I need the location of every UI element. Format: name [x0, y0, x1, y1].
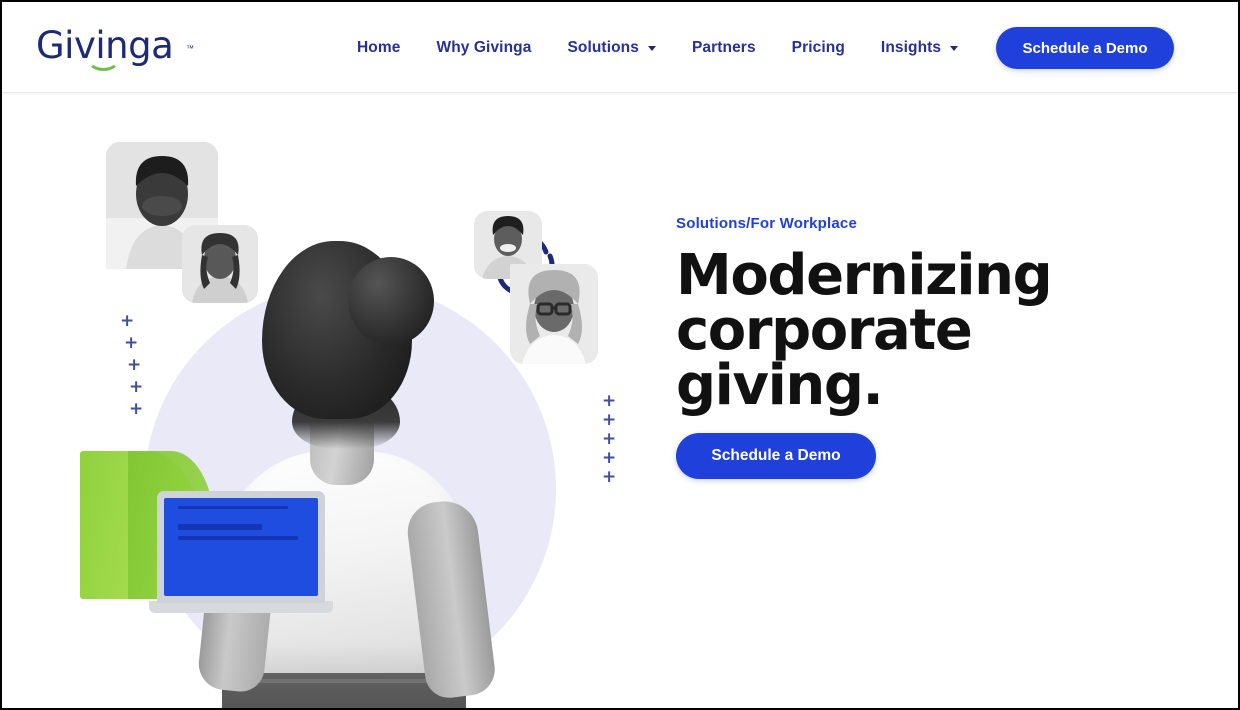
plus-icon: +: [120, 311, 135, 331]
screen-line: [178, 506, 288, 509]
nav-label: Why Givinga: [436, 38, 532, 56]
site-header: Givinga ™ Home Why Givinga Solutions Par…: [2, 2, 1238, 93]
chevron-down-icon: [950, 46, 959, 51]
page-root: Givinga ™ Home Why Givinga Solutions Par…: [0, 0, 1240, 710]
laptop-lid: [157, 491, 325, 603]
nav-item-home[interactable]: Home: [357, 39, 400, 57]
plus-icon: +: [129, 377, 144, 397]
nav-item-pricing[interactable]: Pricing: [792, 39, 845, 57]
laptop-graphic: [149, 491, 333, 616]
nav-label: Pricing: [791, 38, 845, 56]
portrait-photo-card: [510, 264, 598, 364]
hero-illustration: + + + + + + + + + +: [62, 113, 642, 708]
chevron-down-icon: [647, 46, 656, 51]
plus-icon: +: [602, 410, 617, 430]
hero-copy-column: Solutions/For Workplace Modernizing corp…: [676, 215, 1156, 479]
nav-item-partners[interactable]: Partners: [692, 39, 756, 57]
logo-trademark: ™: [186, 44, 194, 53]
logo-green-arc-icon: [87, 48, 120, 71]
nav-label: Insights: [880, 38, 942, 56]
givinga-logo[interactable]: Givinga ™: [36, 22, 194, 71]
plus-icon: +: [124, 333, 139, 353]
plus-icon: +: [602, 429, 617, 449]
plus-icon: +: [602, 448, 617, 468]
portrait-photo-card: [182, 225, 258, 303]
nav-item-solutions[interactable]: Solutions: [567, 39, 656, 57]
plus-icon: +: [602, 391, 617, 411]
hero-section: + + + + + + + + + + Solutions/For Workpl…: [2, 93, 1238, 708]
hero-eyebrow: Solutions/For Workplace: [676, 215, 858, 232]
laptop-screen: [164, 498, 318, 596]
nav-label: Solutions: [567, 38, 639, 56]
page-title: Modernizing corporate giving.: [676, 248, 1053, 414]
plus-icon: +: [127, 355, 142, 375]
nav-label: Home: [357, 38, 401, 56]
nav-label: Partners: [691, 38, 756, 56]
plus-icon: +: [602, 467, 617, 487]
hero-schedule-demo-button[interactable]: Schedule a Demo: [676, 433, 876, 479]
header-schedule-demo-button[interactable]: Schedule a Demo: [996, 27, 1174, 69]
nav-item-insights[interactable]: Insights: [880, 38, 959, 57]
primary-navigation: Home Why Givinga Solutions Partners Pric…: [357, 2, 959, 93]
screen-line: [178, 524, 262, 530]
nav-item-why-givinga[interactable]: Why Givinga: [436, 39, 531, 57]
plus-icon: +: [129, 399, 144, 419]
figure-hair-bun: [348, 257, 434, 345]
headline-line-3: giving.: [676, 353, 884, 418]
screen-line: [178, 536, 298, 540]
